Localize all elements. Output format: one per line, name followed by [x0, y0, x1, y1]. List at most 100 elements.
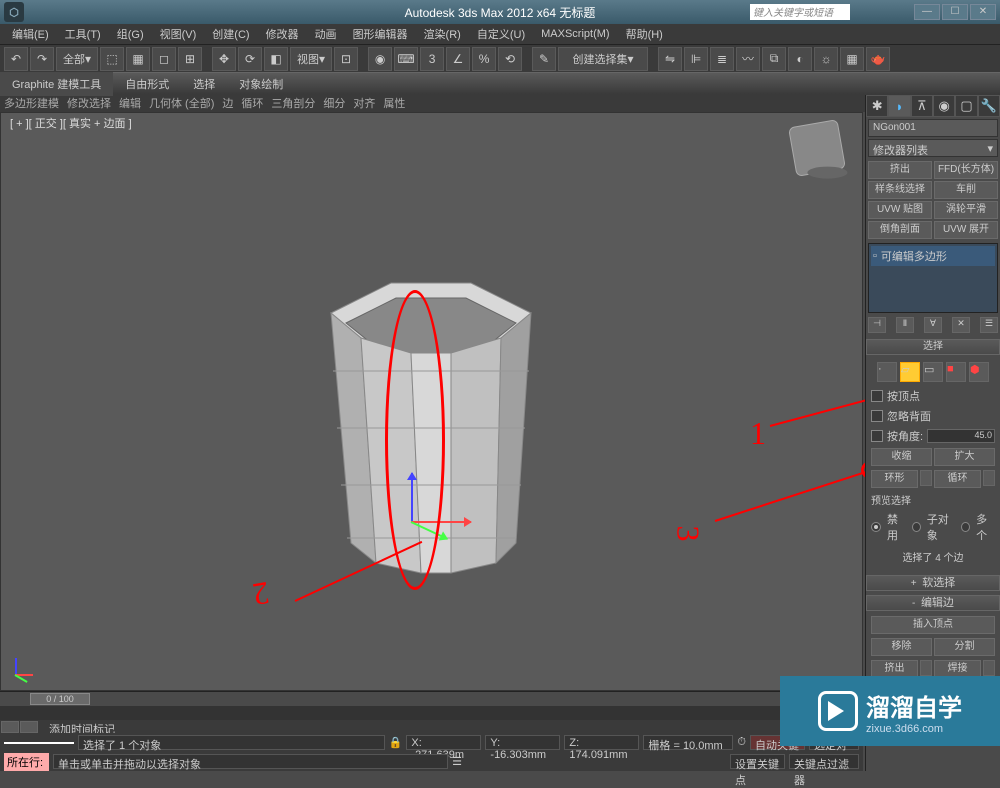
angle-snap-button[interactable]: ∠: [446, 47, 470, 71]
ribbon-tab-graphite[interactable]: Graphite 建模工具: [0, 72, 113, 96]
configure-sets-button[interactable]: ☰: [980, 317, 998, 333]
tab-hierarchy-icon[interactable]: ⊼: [911, 95, 933, 117]
minimize-button[interactable]: —: [914, 4, 940, 20]
keyboard-shortcut-button[interactable]: ⌨: [394, 47, 418, 71]
rollout-soft-selection-header[interactable]: + 软选择: [866, 575, 1000, 591]
align-button[interactable]: ⊫: [684, 47, 708, 71]
show-end-result-button[interactable]: Ⅱ: [896, 317, 914, 333]
menu-rendering[interactable]: 渲染(R): [416, 24, 469, 44]
curve-editor-button[interactable]: 〰: [736, 47, 760, 71]
subobj-polygon-button[interactable]: ■: [946, 362, 966, 382]
render-setup-button[interactable]: ☼: [814, 47, 838, 71]
snap-toggle-button[interactable]: 3: [420, 47, 444, 71]
key-filters-button[interactable]: 关键点过滤器: [789, 754, 859, 769]
tab-display-icon[interactable]: ▢: [955, 95, 977, 117]
coord-z[interactable]: Z: 174.091mm: [564, 735, 639, 750]
undo-button[interactable]: ↶: [4, 47, 28, 71]
maximize-button[interactable]: ☐: [942, 4, 968, 20]
modifier-editable-poly[interactable]: ▫可编辑多边形: [871, 246, 995, 266]
menu-views[interactable]: 视图(V): [152, 24, 205, 44]
by-angle-checkbox[interactable]: [871, 430, 883, 442]
angle-spinner[interactable]: 45.0: [927, 429, 995, 443]
render-button[interactable]: 🫖: [866, 47, 890, 71]
coord-x[interactable]: X: -271.639m: [406, 735, 481, 750]
scale-button[interactable]: ◧: [264, 47, 288, 71]
btn-bevel-profile[interactable]: 倒角剖面: [868, 221, 932, 239]
menu-modifiers[interactable]: 修改器: [258, 24, 307, 44]
time-slider[interactable]: 0 / 100: [0, 692, 863, 706]
object-name-field[interactable]: NGon001: [868, 119, 998, 137]
split-button[interactable]: 分割: [934, 638, 995, 656]
insert-vertex-button[interactable]: 插入顶点: [871, 616, 995, 634]
remove-modifier-button[interactable]: ✕: [952, 317, 970, 333]
ring-button[interactable]: 环形: [871, 470, 918, 488]
menu-help[interactable]: 帮助(H): [618, 24, 671, 44]
btn-unwrap-uvw[interactable]: UVW 展开: [934, 221, 998, 239]
tab-modify-icon[interactable]: ◗: [888, 95, 910, 117]
rect-region-button[interactable]: ◻: [152, 47, 176, 71]
timeline-btn-1[interactable]: [1, 721, 19, 733]
rollout-edit-edges-header[interactable]: - 编辑边: [866, 595, 1000, 611]
btn-uvw-map[interactable]: UVW 贴图: [868, 201, 932, 219]
ribbon-loops[interactable]: 循环: [241, 95, 263, 111]
ribbon-subdiv[interactable]: 细分: [323, 95, 345, 111]
ring-spinner[interactable]: [920, 470, 932, 486]
pin-stack-button[interactable]: ⊣: [868, 317, 886, 333]
ribbon-edges[interactable]: 边: [222, 95, 233, 111]
ignore-backfacing-checkbox[interactable]: [871, 410, 883, 422]
viewport-label[interactable]: [ + ][ 正交 ][ 真实 + 边面 ]: [10, 115, 132, 131]
percent-snap-button[interactable]: %: [472, 47, 496, 71]
timeline-btn-2[interactable]: [20, 721, 38, 733]
preview-subobj-radio[interactable]: [912, 522, 921, 532]
menu-customize[interactable]: 自定义(U): [469, 24, 533, 44]
add-time-tag-label[interactable]: 添加时间标记: [39, 721, 862, 733]
modifier-stack[interactable]: ▫可编辑多边形: [868, 243, 998, 313]
ribbon-tris[interactable]: 三角剖分: [271, 95, 315, 111]
extrude-settings-button[interactable]: [920, 660, 932, 676]
remove-button[interactable]: 移除: [871, 638, 932, 656]
menu-animation[interactable]: 动画: [307, 24, 345, 44]
ribbon-tab-selection[interactable]: 选择: [181, 72, 227, 96]
close-button[interactable]: ✕: [970, 4, 996, 20]
btn-lathe[interactable]: 车削: [934, 181, 998, 199]
btn-turbosmooth[interactable]: 涡轮平滑: [934, 201, 998, 219]
menu-create[interactable]: 创建(C): [204, 24, 257, 44]
tab-create-icon[interactable]: ✱: [866, 95, 888, 117]
ref-coord-dropdown[interactable]: 视图 ▾: [290, 47, 332, 71]
menu-tools[interactable]: 工具(T): [57, 24, 109, 44]
model-hexagon-cup[interactable]: [291, 253, 571, 593]
layer-button[interactable]: ≣: [710, 47, 734, 71]
modifier-list-dropdown[interactable]: 修改器列表▾: [868, 139, 998, 157]
ribbon-tab-freeform[interactable]: 自由形式: [113, 72, 181, 96]
menu-edit[interactable]: 编辑(E): [4, 24, 57, 44]
ribbon-modifysel[interactable]: 修改选择: [67, 95, 111, 111]
rollout-selection-header[interactable]: 选择: [866, 339, 1000, 355]
move-button[interactable]: ✥: [212, 47, 236, 71]
setkey-button[interactable]: 设置关键点: [730, 754, 785, 769]
btn-ffd[interactable]: FFD(长方体): [934, 161, 998, 179]
window-crossing-button[interactable]: ⊞: [178, 47, 202, 71]
by-vertex-checkbox[interactable]: [871, 390, 883, 402]
time-ruler[interactable]: [0, 706, 863, 720]
edit-named-sel-button[interactable]: ✎: [532, 47, 556, 71]
menu-graph-editors[interactable]: 图形编辑器: [345, 24, 416, 44]
viewcube[interactable]: [788, 119, 846, 177]
ribbon-geometry[interactable]: 几何体 (全部): [149, 95, 214, 111]
shrink-button[interactable]: 收缩: [871, 448, 932, 466]
subobj-element-button[interactable]: ⬢: [969, 362, 989, 382]
make-unique-button[interactable]: ∀: [924, 317, 942, 333]
ribbon-polymodel[interactable]: 多边形建模: [4, 95, 59, 111]
btn-spline-select[interactable]: 样条线选择: [868, 181, 932, 199]
render-frame-button[interactable]: ▦: [840, 47, 864, 71]
time-slider-handle[interactable]: 0 / 100: [30, 693, 90, 705]
named-selection-dropdown[interactable]: 创建选择集 ▾: [558, 47, 648, 71]
grow-button[interactable]: 扩大: [934, 448, 995, 466]
tab-motion-icon[interactable]: ◉: [933, 95, 955, 117]
select-object-button[interactable]: ⬚: [100, 47, 124, 71]
menu-group[interactable]: 组(G): [109, 24, 152, 44]
btn-extrude[interactable]: 挤出: [868, 161, 932, 179]
script-listener[interactable]: [4, 742, 74, 744]
subobj-vertex-button[interactable]: ·: [877, 362, 897, 382]
select-by-name-button[interactable]: ▦: [126, 47, 150, 71]
ribbon-edit[interactable]: 编辑: [119, 95, 141, 111]
